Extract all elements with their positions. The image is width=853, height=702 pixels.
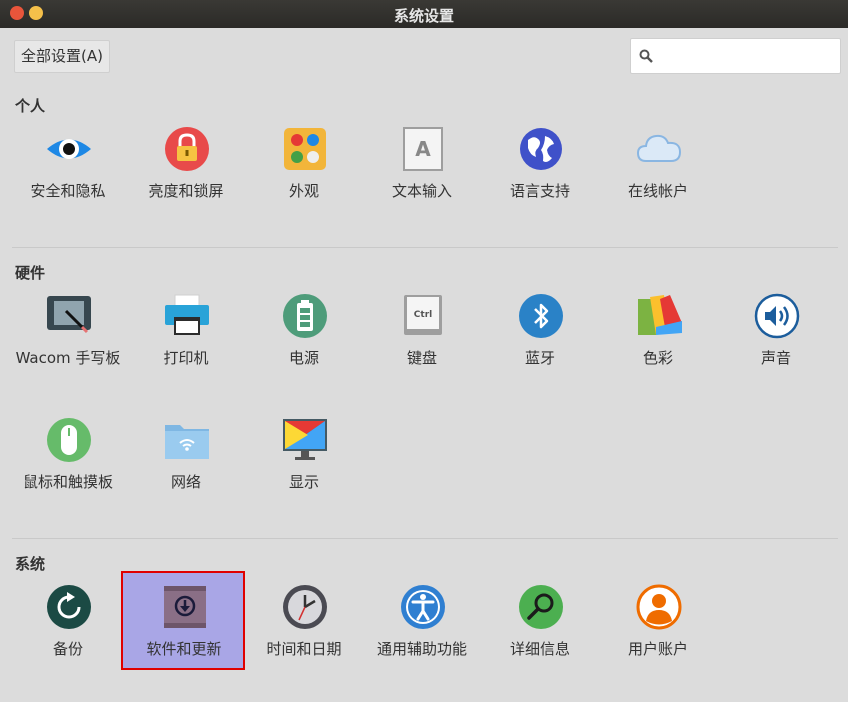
- settings-window: 系统设置 全部设置(A) 个人 安全和隐私 亮度和锁屏 外观 A 文本输入 语言…: [0, 0, 848, 702]
- item-label: 语言支持: [509, 182, 570, 200]
- item-label: 亮度和锁屏: [148, 182, 224, 200]
- section-title-personal: 个人: [15, 97, 46, 115]
- item-label: 在线帐户: [627, 182, 688, 200]
- keyboard-icon: Ctrl: [404, 295, 442, 335]
- title-bar: 系统设置: [0, 0, 848, 28]
- text-entry-icon: A: [403, 127, 443, 171]
- all-settings-button[interactable]: 全部设置(A): [14, 40, 110, 73]
- item-label: 蓝牙: [524, 349, 555, 367]
- item-label: 色彩: [642, 349, 673, 367]
- sound-icon: [754, 293, 800, 339]
- section-separator: [12, 538, 838, 539]
- appearance-icon: [284, 128, 326, 170]
- bluetooth-icon: [519, 294, 563, 338]
- item-label: 软件和更新: [146, 640, 222, 658]
- color-icon: [638, 295, 682, 335]
- section-title-system: 系统: [15, 555, 46, 573]
- item-label: 外观: [288, 182, 319, 200]
- cloud-icon: [636, 134, 682, 162]
- svg-text:A: A: [415, 137, 431, 161]
- desktop-edge: [848, 0, 853, 702]
- software-update-icon: [164, 586, 206, 628]
- network-folder-icon: [165, 425, 209, 459]
- window-title: 系统设置: [393, 7, 454, 25]
- item-label: 详细信息: [509, 640, 570, 658]
- item-label: 备份: [52, 640, 83, 658]
- search-input[interactable]: [630, 38, 841, 74]
- eye-icon: [47, 139, 91, 159]
- battery-icon: [283, 294, 327, 338]
- display-icon: [283, 419, 327, 460]
- mouse-icon: [47, 418, 91, 462]
- clock-icon: [283, 585, 327, 629]
- item-label: 显示: [288, 473, 319, 491]
- backup-icon: [47, 585, 91, 629]
- item-label: 打印机: [163, 349, 209, 367]
- details-icon: [519, 585, 563, 629]
- item-label: 安全和隐私: [30, 182, 106, 200]
- accessibility-icon: [401, 585, 445, 629]
- item-label: 文本输入: [391, 182, 452, 200]
- item-label: 时间和日期: [266, 640, 342, 658]
- lock-icon: [165, 127, 209, 171]
- item-label: 声音: [760, 349, 791, 367]
- item-label: 用户账户: [627, 640, 688, 658]
- svg-text:Ctrl: Ctrl: [414, 310, 432, 320]
- user-icon: [636, 584, 682, 630]
- item-label: 键盘: [406, 349, 437, 367]
- item-label: Wacom 手写板: [15, 349, 121, 367]
- wacom-tablet-icon: [47, 296, 91, 334]
- item-label: 通用辅助功能: [376, 640, 467, 658]
- item-label: 网络: [170, 473, 201, 491]
- globe-icon: [520, 128, 562, 170]
- search-icon: [639, 49, 653, 63]
- item-label: 电源: [288, 349, 319, 367]
- printer-icon: [165, 294, 209, 335]
- section-title-hardware: 硬件: [15, 264, 46, 282]
- section-separator: [12, 247, 838, 248]
- item-label: 鼠标和触摸板: [22, 473, 113, 491]
